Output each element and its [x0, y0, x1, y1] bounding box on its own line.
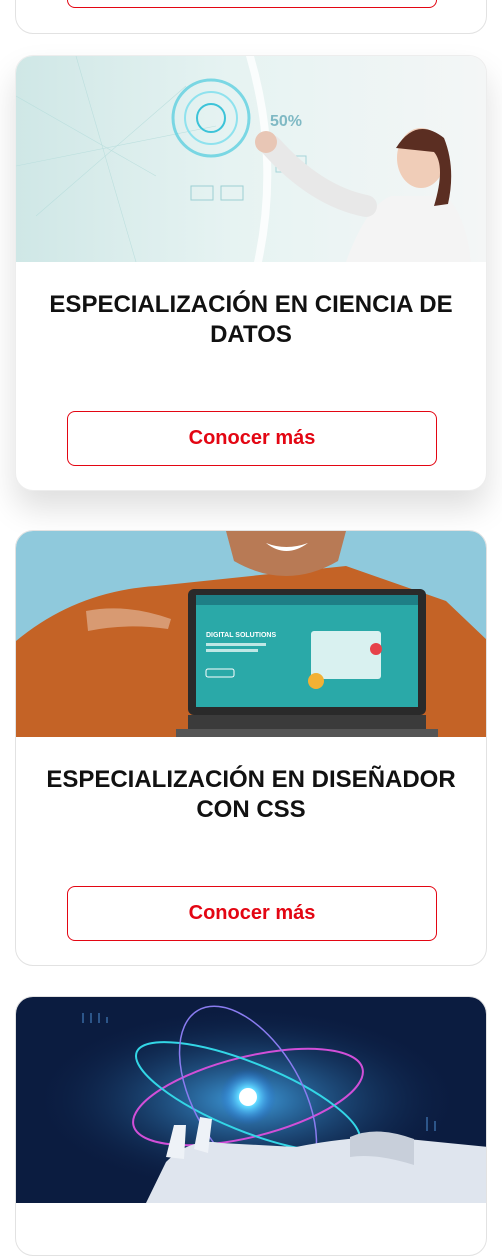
course-title: ESPECIALIZACIÓN EN DISEÑADOR CON CSS: [46, 766, 456, 823]
conocer-mas-button[interactable]: Conocer más: [67, 411, 437, 466]
screen-heading-text: DIGITAL SOLUTIONS: [206, 632, 276, 639]
course-title: ESPECIALIZACIÓN EN CIENCIA DE DATOS: [49, 291, 453, 348]
course-card-next: [15, 996, 487, 1256]
course-card-ciencia-de-datos: 50% ESPECIALIZACIÓN EN CIENCIA DE DATOS …: [15, 55, 487, 491]
conocer-mas-button[interactable]: Conocer más: [67, 886, 437, 941]
hud-readout-text: 50%: [270, 113, 302, 130]
course-image-ai-robot-hand: [16, 997, 486, 1203]
course-image-data-science: 50%: [16, 56, 486, 262]
course-image-web-design: DIGITAL SOLUTIONS: [16, 531, 486, 737]
course-card-disenador-css: DIGITAL SOLUTIONS ESPECIALIZACIÓN EN DIS…: [15, 530, 487, 966]
conocer-mas-button[interactable]: [67, 0, 437, 8]
course-card-previous: [15, 0, 487, 34]
